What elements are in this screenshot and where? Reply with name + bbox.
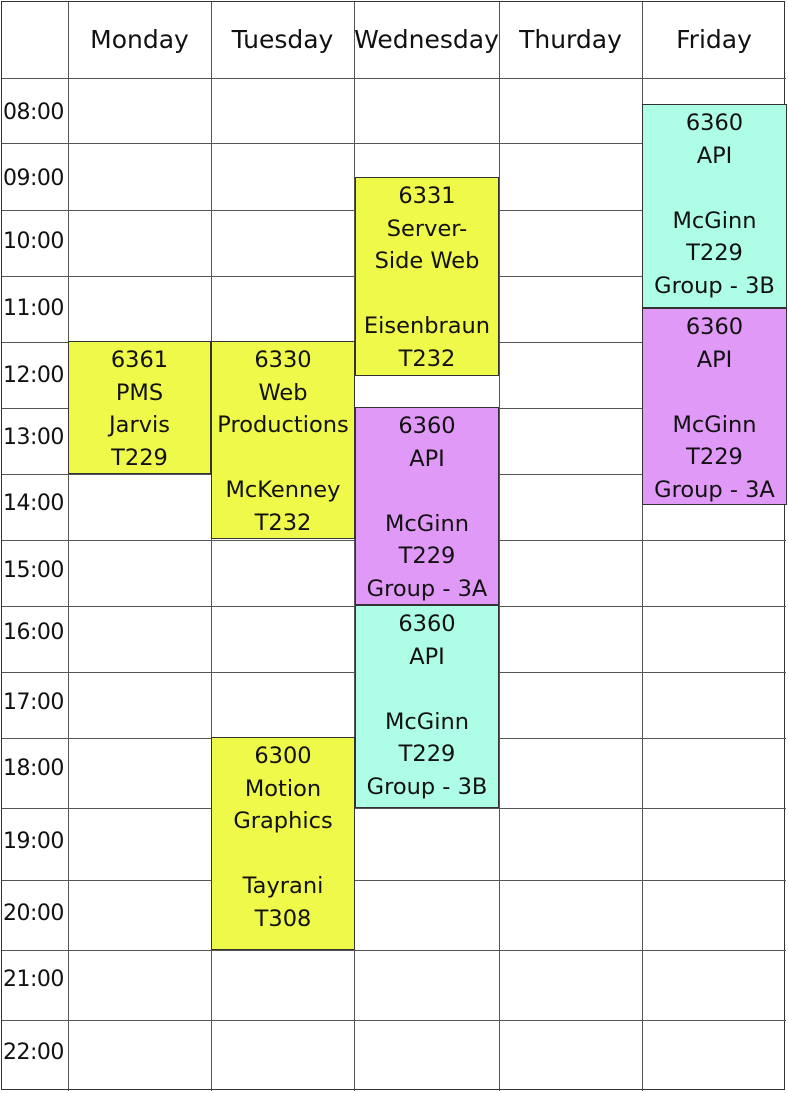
grid-row-line xyxy=(2,808,786,809)
event-text-line: Group - 3A xyxy=(366,575,488,602)
event-text-line: 6331 xyxy=(398,183,456,209)
event-text-line: McGinn xyxy=(672,207,757,234)
event-text-line: Group - 3A xyxy=(654,476,775,503)
time-label: 16:00 xyxy=(3,620,64,645)
event-text-line: T229 xyxy=(686,444,743,470)
time-label: 19:00 xyxy=(3,829,64,854)
time-label: 18:00 xyxy=(3,756,64,781)
event-text-line: API xyxy=(696,142,733,169)
timetable: Monday Tuesday Wednesday Thurday Friday … xyxy=(0,0,788,1093)
event-text-line: Side Web xyxy=(374,248,480,274)
event-text-line: Motion xyxy=(244,775,322,802)
time-label: 14:00 xyxy=(3,491,64,516)
event-text-line: 6360 xyxy=(398,413,456,439)
event-text-line: Web xyxy=(258,379,308,406)
event-text-line xyxy=(643,376,786,409)
event-block-tue-6330[interactable]: 6330 Web Productions McKenney T232 xyxy=(211,341,355,539)
time-label: 11:00 xyxy=(3,296,64,321)
grid-row-line xyxy=(2,78,786,79)
event-text-line: McGinn xyxy=(672,411,757,438)
grid-row-line xyxy=(2,1020,786,1021)
day-label-tuesday: Tuesday xyxy=(231,24,334,54)
event-text-line xyxy=(212,442,354,475)
event-text-line xyxy=(356,673,498,706)
event-block-wed-6360-3a[interactable]: 6360 API McGinn T229 Group - 3A xyxy=(355,407,499,605)
event-text-line: McGinn xyxy=(385,708,469,735)
event-text-line: McKenney xyxy=(225,477,341,503)
event-text-line: T232 xyxy=(398,345,456,372)
event-text-line: 6361 xyxy=(110,347,169,373)
event-text-line xyxy=(356,475,498,508)
event-block-fri-6360-3a[interactable]: 6360 API McGinn T229 Group - 3A xyxy=(642,308,787,505)
event-text-line: Server- xyxy=(386,215,468,242)
time-label: 15:00 xyxy=(3,558,64,583)
event-text-line: 6360 xyxy=(685,110,744,136)
time-label: 12:00 xyxy=(3,363,64,388)
event-text-line: 6360 xyxy=(398,611,456,637)
time-label: 21:00 xyxy=(3,967,64,992)
event-text-line: T229 xyxy=(398,543,456,569)
time-label: 17:00 xyxy=(3,690,64,715)
event-text-line: 6330 xyxy=(254,347,312,373)
event-text-line: Group - 3B xyxy=(366,773,488,800)
event-text-line: Productions xyxy=(217,412,349,438)
time-label: 09:00 xyxy=(3,166,64,191)
event-text-line: T308 xyxy=(254,905,312,932)
event-text-line: API xyxy=(409,445,445,472)
event-text-line: Group - 3B xyxy=(654,272,775,299)
day-label-monday: Monday xyxy=(90,24,189,54)
grid-column-line xyxy=(68,2,69,1091)
event-text-line: Graphics xyxy=(233,808,333,834)
event-text-line: Eisenbraun xyxy=(363,313,491,339)
event-text-line: T232 xyxy=(254,509,312,536)
day-label-friday: Friday xyxy=(676,24,752,54)
event-text-line: API xyxy=(696,346,733,373)
event-text-line: T229 xyxy=(111,444,168,471)
event-text-line: T229 xyxy=(398,741,456,767)
event-text-line: Tayrani xyxy=(242,873,324,899)
grid-column-line xyxy=(499,2,500,1091)
event-block-fri-6360-3b[interactable]: 6360 API McGinn T229 Group - 3B xyxy=(642,104,787,308)
event-block-wed-6331[interactable]: 6331 Server- Side Web Eisenbraun T232 xyxy=(355,177,499,376)
event-text-line: 6300 xyxy=(254,743,312,769)
time-label: 08:00 xyxy=(3,100,64,125)
event-text-line xyxy=(643,172,786,205)
time-label: 22:00 xyxy=(3,1040,64,1065)
event-text-line: 6360 xyxy=(685,314,744,340)
time-label: 13:00 xyxy=(3,425,64,450)
event-text-line: T229 xyxy=(686,240,743,266)
event-text-line: API xyxy=(409,643,445,670)
event-block-tue-6300[interactable]: 6300 Motion Graphics Tayrani T308 xyxy=(211,737,355,950)
event-text-line xyxy=(212,838,354,871)
event-block-mon-6361[interactable]: 6361 PMS Jarvis T229 xyxy=(68,341,211,474)
event-text-line: Jarvis xyxy=(109,412,170,438)
grid-row-line xyxy=(2,950,786,951)
grid-row-line xyxy=(2,880,786,881)
day-label-thursday: Thurday xyxy=(519,24,622,54)
event-text-line: PMS xyxy=(115,379,164,406)
time-label: 20:00 xyxy=(3,901,64,926)
event-text-line: McGinn xyxy=(385,510,469,537)
event-block-wed-6360-3b[interactable]: 6360 API McGinn T229 Group - 3B xyxy=(355,605,499,808)
day-label-wednesday: Wednesday xyxy=(354,24,499,54)
event-text-line xyxy=(356,278,498,311)
time-label: 10:00 xyxy=(3,229,64,254)
